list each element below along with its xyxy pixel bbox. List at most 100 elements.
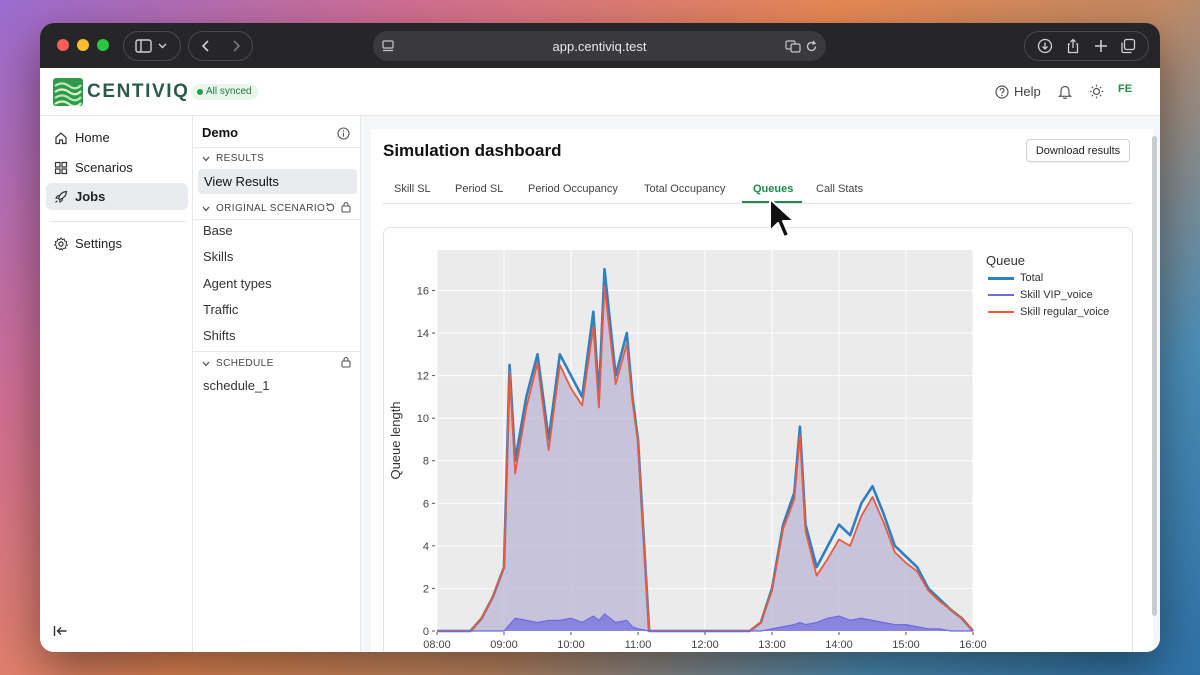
y-tick-label: 0	[423, 626, 429, 638]
y-tick-label: 8	[423, 456, 429, 468]
x-tick-label: 13:00	[758, 639, 786, 651]
user-avatar[interactable]: FE	[1118, 83, 1132, 95]
url-text: app.centiviq.test	[552, 38, 647, 54]
mouse-cursor-icon	[769, 198, 795, 238]
notifications-bell-icon[interactable]	[1058, 84, 1072, 99]
project-title: Demo	[202, 125, 239, 140]
y-tick-label: 4	[423, 541, 429, 553]
original-scenario-label: ORIGINAL SCENARIO	[216, 203, 326, 214]
scenario-item-base[interactable]: Base	[203, 223, 233, 238]
legend-item-regular-voice[interactable]: Skill regular_voice	[988, 306, 1109, 318]
downloads-icon[interactable]	[1037, 38, 1053, 54]
sidebar-toggle-button[interactable]	[123, 31, 181, 61]
view-results-label: View Results	[204, 174, 279, 189]
tab-queues[interactable]: Queues	[753, 183, 793, 195]
tab-period-sl[interactable]: Period SL	[455, 183, 503, 195]
centiviq-logo-icon[interactable]	[53, 78, 83, 106]
tab-call-stats[interactable]: Call Stats	[816, 183, 863, 195]
back-icon[interactable]	[199, 39, 213, 53]
page-title: Simulation dashboard	[383, 141, 562, 160]
tab-period-occupancy[interactable]: Period Occupancy	[528, 183, 618, 195]
translate-icon[interactable]	[785, 39, 801, 53]
scenario-item-traffic[interactable]: Traffic	[203, 302, 238, 317]
legend-item-vip-voice[interactable]: Skill VIP_voice	[988, 289, 1093, 301]
schedule-item[interactable]: schedule_1	[203, 378, 270, 393]
panel-divider	[193, 351, 360, 352]
app-root: CENTIVIQ All synced Help FE Home Scenari…	[40, 68, 1160, 652]
collapse-sidebar-icon[interactable]	[53, 624, 68, 638]
legend-label: Skill VIP_voice	[1020, 289, 1093, 301]
app-header: CENTIVIQ All synced Help FE	[40, 68, 1160, 116]
browser-toolbar: app.centiviq.test	[40, 23, 1160, 68]
original-scenario-section-header[interactable]: ORIGINAL SCENARIO	[202, 203, 325, 214]
rocket-icon	[55, 190, 68, 203]
schedule-section-header[interactable]: SCHEDULE	[202, 358, 274, 369]
info-icon[interactable]	[337, 127, 350, 140]
panel-divider	[193, 147, 360, 148]
results-header-label: RESULTS	[216, 153, 265, 164]
help-button[interactable]: Help	[995, 84, 1041, 99]
tab-overview-icon[interactable]	[1120, 38, 1136, 54]
brand-name: CENTIVIQ	[87, 81, 190, 102]
main-content: Simulation dashboard Download results Sk…	[361, 116, 1160, 652]
nav-item-settings[interactable]: Settings	[46, 230, 188, 257]
scenario-item-agent-types[interactable]: Agent types	[203, 276, 272, 291]
chevron-down-icon	[202, 156, 210, 161]
y-tick-label: 12	[417, 371, 429, 383]
close-window-button[interactable]	[57, 39, 69, 51]
legend-title: Queue	[986, 253, 1026, 268]
nav-item-home[interactable]: Home	[46, 124, 188, 151]
gear-icon	[54, 236, 68, 251]
share-icon[interactable]	[1065, 38, 1081, 54]
scrollbar[interactable]	[1152, 136, 1157, 616]
sync-status-badge: All synced	[191, 84, 258, 100]
help-label: Help	[1014, 84, 1041, 99]
legend-item-total[interactable]: Total	[988, 272, 1043, 284]
tab-skill-sl[interactable]: Skill SL	[394, 183, 431, 195]
x-tick-label: 15:00	[892, 639, 920, 651]
x-tick-label: 16:00	[959, 639, 987, 651]
page-settings-icon[interactable]	[381, 39, 395, 53]
browser-window: app.centiviq.test CENTIVIQ All synced He…	[40, 23, 1160, 652]
theme-toggle-sun-icon[interactable]	[1089, 84, 1104, 99]
lock-icon	[341, 356, 351, 368]
x-tick-label: 14:00	[825, 639, 853, 651]
nav-label-scenarios: Scenarios	[75, 160, 133, 175]
view-results-item[interactable]: View Results	[198, 169, 357, 194]
nav-label-home: Home	[75, 130, 110, 145]
minimize-window-button[interactable]	[77, 39, 89, 51]
y-tick-label: 2	[423, 583, 429, 595]
zoom-window-button[interactable]	[97, 39, 109, 51]
scenarios-icon	[54, 161, 68, 174]
lock-icon	[341, 201, 351, 213]
forward-icon[interactable]	[229, 39, 243, 53]
x-tick-label: 09:00	[490, 639, 518, 651]
address-bar[interactable]: app.centiviq.test	[373, 31, 826, 61]
scenario-item-skills[interactable]: Skills	[203, 249, 233, 264]
nav-item-jobs[interactable]: Jobs	[46, 183, 188, 210]
x-tick-label: 12:00	[691, 639, 719, 651]
download-results-button[interactable]: Download results	[1026, 139, 1130, 162]
nav-label-settings: Settings	[75, 236, 122, 251]
chevron-down-icon	[202, 206, 210, 211]
new-tab-icon[interactable]	[1094, 39, 1108, 53]
y-tick-label: 14	[417, 328, 429, 340]
home-icon	[55, 131, 67, 144]
reset-icon[interactable]	[325, 202, 336, 213]
dashboard-container: Simulation dashboard Download results Sk…	[371, 129, 1153, 652]
results-section-header[interactable]: RESULTS	[202, 153, 264, 164]
y-axis-label: Queue length	[388, 401, 403, 479]
nav-label-jobs: Jobs	[75, 189, 106, 204]
y-tick-label: 6	[423, 498, 429, 510]
sidebar-icon	[135, 39, 167, 53]
nav-item-scenarios[interactable]: Scenarios	[46, 154, 188, 181]
reload-icon[interactable]	[805, 40, 818, 53]
project-panel: Demo RESULTS View Results ORIGINAL SCENA…	[193, 116, 361, 652]
y-tick-label: 16	[417, 285, 429, 297]
toolbar-actions-group	[1024, 31, 1149, 61]
chevron-down-icon	[202, 361, 210, 366]
scenario-item-shifts[interactable]: Shifts	[203, 328, 236, 343]
tab-total-occupancy[interactable]: Total Occupancy	[644, 183, 725, 195]
schedule-header-label: SCHEDULE	[216, 358, 274, 369]
history-nav-group	[188, 31, 253, 61]
